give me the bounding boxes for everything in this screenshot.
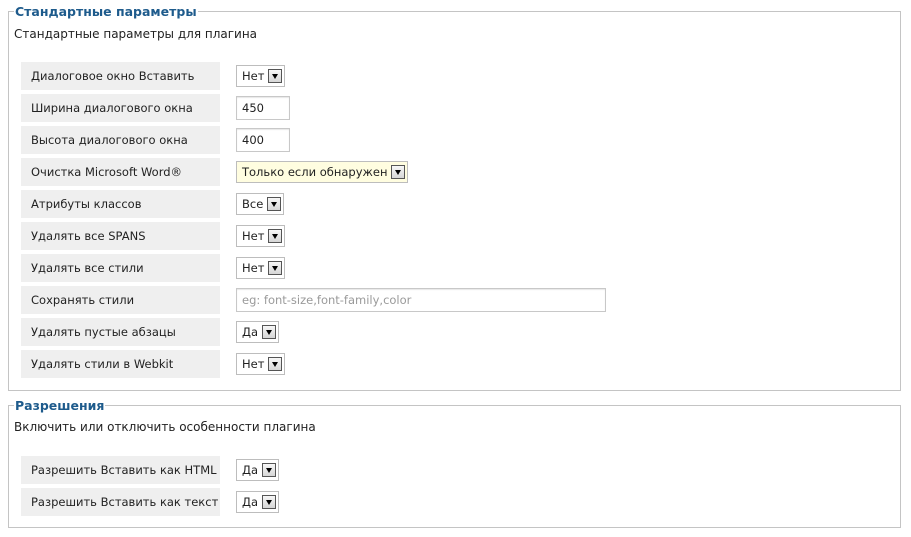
dialog-height-input[interactable]: 400: [236, 128, 290, 152]
select-value: Нет: [242, 261, 265, 275]
setting-label: Высота диалогового окна: [21, 126, 220, 154]
allow-paste-html-select[interactable]: Да: [236, 459, 280, 481]
dialog-width-input[interactable]: 450: [236, 96, 290, 120]
chevron-down-icon: [268, 69, 283, 83]
standard-parameters-description: Стандартные параметры для плагина: [14, 27, 258, 41]
setting-label: Удалять все SPANS: [21, 222, 220, 250]
select-value: Нет: [242, 357, 265, 371]
setting-row-dialog-width: Ширина диалогового окна 450: [21, 94, 881, 122]
setting-label: Удалять все стили: [21, 254, 220, 282]
chevron-down-icon: [262, 325, 277, 339]
paste-dialog-select[interactable]: Нет: [236, 65, 286, 87]
setting-row-keep-styles: Сохранять стили eg: font-size,font-famil…: [21, 286, 881, 314]
select-value: Все: [242, 197, 264, 211]
setting-row-remove-webkit-styles: Удалять стили в Webkit Нет: [21, 350, 881, 378]
select-value: Да: [242, 495, 259, 509]
chevron-down-icon: [267, 197, 282, 211]
setting-label: Очистка Microsoft Word®: [21, 158, 220, 186]
remove-webkit-styles-select[interactable]: Нет: [236, 353, 286, 375]
select-value: Нет: [242, 69, 265, 83]
chevron-down-icon: [268, 357, 283, 371]
remove-spans-select[interactable]: Нет: [236, 225, 286, 247]
setting-label: Диалоговое окно Вставить: [21, 62, 220, 90]
setting-row-remove-spans: Удалять все SPANS Нет: [21, 222, 881, 250]
setting-row-allow-paste-html: Разрешить Вставить как HTML Да: [21, 456, 881, 484]
chevron-down-icon: [268, 261, 283, 275]
setting-row-paste-dialog: Диалоговое окно Вставить Нет: [21, 62, 881, 90]
standard-parameters-section: Стандартные параметры Стандартные параме…: [8, 4, 901, 391]
word-cleanup-select[interactable]: Только если обнаружен: [236, 161, 409, 183]
standard-parameters-legend: Стандартные параметры: [14, 4, 198, 19]
setting-row-allow-paste-text: Разрешить Вставить как текст Да: [21, 488, 881, 516]
setting-row-remove-styles: Удалять все стили Нет: [21, 254, 881, 282]
permissions-section: Разрешения Включить или отключить особен…: [8, 398, 901, 528]
setting-label: Атрибуты классов: [21, 190, 220, 218]
setting-label: Ширина диалогового окна: [21, 94, 220, 122]
setting-row-class-attributes: Атрибуты классов Все: [21, 190, 881, 218]
select-value: Только если обнаружен: [242, 165, 388, 179]
setting-row-word-cleanup: Очистка Microsoft Word® Только если обна…: [21, 158, 881, 186]
chevron-down-icon: [391, 165, 406, 179]
chevron-down-icon: [268, 229, 283, 243]
setting-label: Сохранять стили: [21, 286, 220, 314]
remove-empty-paragraphs-select[interactable]: Да: [236, 321, 280, 343]
allow-paste-text-select[interactable]: Да: [236, 491, 280, 513]
select-value: Нет: [242, 229, 265, 243]
remove-styles-select[interactable]: Нет: [236, 257, 286, 279]
setting-label: Разрешить Вставить как текст: [21, 488, 220, 516]
keep-styles-input[interactable]: eg: font-size,font-family,color: [236, 288, 606, 312]
select-value: Да: [242, 463, 259, 477]
chevron-down-icon: [262, 463, 277, 477]
chevron-down-icon: [262, 495, 277, 509]
setting-label: Удалять пустые абзацы: [21, 318, 220, 346]
setting-label: Разрешить Вставить как HTML: [21, 456, 220, 484]
class-attributes-select[interactable]: Все: [236, 193, 285, 215]
permissions-description: Включить или отключить особенности плаги…: [14, 420, 316, 434]
setting-row-dialog-height: Высота диалогового окна 400: [21, 126, 881, 154]
permissions-legend: Разрешения: [14, 398, 106, 413]
setting-label: Удалять стили в Webkit: [21, 350, 220, 378]
setting-row-remove-empty-paragraphs: Удалять пустые абзацы Да: [21, 318, 881, 346]
select-value: Да: [242, 325, 259, 339]
